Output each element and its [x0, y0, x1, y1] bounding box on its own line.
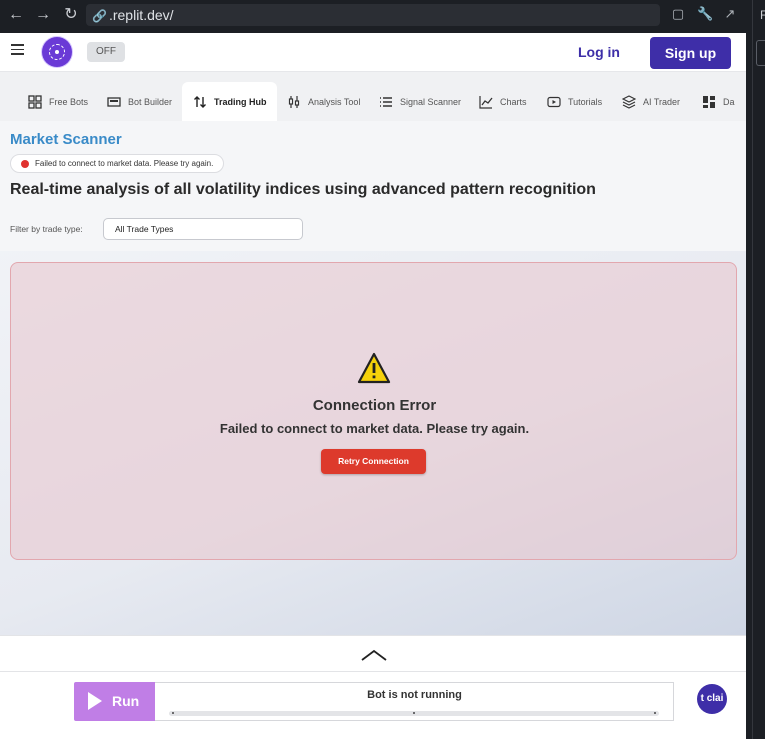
bot-status-text: Bot is not running: [367, 689, 462, 701]
open-external-icon[interactable]: ↗: [722, 6, 738, 22]
candles-icon: [286, 95, 302, 111]
side-tab-frame[interactable]: [756, 40, 765, 66]
tab-label: Analysis Tool: [308, 97, 361, 107]
app-header: OFF Log in Sign up: [0, 33, 746, 71]
tab-label: AI Trader: [643, 97, 681, 107]
tab-label: Bot Builder: [128, 97, 173, 107]
dashboard-icon: [701, 95, 717, 111]
tab-trading-hub[interactable]: Trading Hub: [182, 82, 277, 122]
layers-icon: [621, 94, 637, 111]
run-button[interactable]: Run: [74, 682, 156, 721]
tab-dashboard[interactable]: Da: [701, 82, 735, 122]
address-text: .replit.dev/: [108, 7, 174, 23]
progress-dot: [654, 712, 656, 714]
bot-status-panel: Bot is not running: [155, 682, 674, 721]
tab-signal-scanner[interactable]: Signal Scanner: [378, 82, 461, 122]
connection-status-badge: Failed to connect to market data. Please…: [10, 154, 225, 173]
tab-label: Trading Hub: [214, 97, 267, 107]
error-title: Connection Error: [312, 397, 437, 414]
tab-analysis-tool[interactable]: Analysis Tool: [286, 82, 360, 122]
browser-toolbar: ← → ↻ 🔗 .replit.dev/ ▢ 🔧 ↗: [0, 0, 765, 31]
bot-control-bar: Run Bot is not running t clai: [0, 671, 746, 739]
line-chart-icon: [478, 95, 494, 111]
run-label: Run: [112, 693, 140, 709]
play-icon: [88, 692, 102, 710]
collapse-panel-bar: [0, 635, 746, 671]
bot-progress-track: [169, 711, 659, 716]
chevron-up-icon[interactable]: [361, 648, 387, 662]
tab-ai-trader[interactable]: AI Trader: [621, 82, 680, 122]
wrench-icon[interactable]: 🔧: [697, 6, 713, 22]
tab-label: Da: [723, 97, 735, 107]
swap-arrows-icon: [192, 95, 208, 111]
page-subtitle: Real-time analysis of all volatility ind…: [10, 181, 596, 198]
side-panel-edge: F: [752, 0, 765, 739]
chat-launcher-button[interactable]: t clai: [697, 684, 727, 714]
tab-free-bots[interactable]: Free Bots: [27, 82, 88, 122]
scanner-header: Market Scanner Failed to connect to mark…: [0, 121, 746, 251]
tab-label: Tutorials: [568, 97, 603, 107]
page-viewport: OFF Log in Sign up Free Bots Bot Builder…: [0, 33, 746, 739]
list-icon: [378, 95, 394, 111]
menu-icon[interactable]: [11, 44, 24, 55]
error-message: Failed to connect to market data. Please…: [219, 421, 530, 436]
builder-icon: [106, 95, 122, 111]
tab-charts[interactable]: Charts: [478, 82, 527, 122]
devices-icon[interactable]: ▢: [670, 6, 686, 22]
progress-dot: [413, 712, 415, 714]
tab-label: Signal Scanner: [400, 97, 462, 107]
link-icon: 🔗: [92, 9, 107, 23]
tab-tutorials[interactable]: Tutorials: [546, 82, 602, 122]
side-tab-letter: F: [760, 8, 765, 22]
brand-logo[interactable]: [42, 37, 72, 67]
page-title: Market Scanner: [10, 131, 122, 148]
login-button[interactable]: Log in: [570, 41, 628, 63]
grid-icon: [27, 94, 43, 111]
back-icon[interactable]: ←: [7, 6, 25, 24]
error-card: Connection Error Failed to connect to ma…: [10, 262, 737, 560]
trade-type-select[interactable]: All Trade Types: [103, 218, 303, 240]
tab-bar: Free Bots Bot Builder Trading Hub Analys…: [0, 71, 746, 122]
filter-label: Filter by trade type:: [10, 224, 83, 234]
warning-icon: [357, 352, 391, 384]
tab-label: Free Bots: [49, 97, 89, 107]
video-icon: [546, 95, 562, 111]
tab-label: Charts: [500, 97, 527, 107]
retry-connection-button[interactable]: Retry Connection: [321, 449, 426, 474]
forward-icon[interactable]: →: [34, 6, 52, 24]
address-bar[interactable]: 🔗 .replit.dev/: [86, 4, 660, 26]
tab-bot-builder[interactable]: Bot Builder: [106, 82, 172, 122]
signup-button[interactable]: Sign up: [650, 37, 731, 69]
progress-dot: [172, 712, 174, 714]
market-scanner-page: Market Scanner Failed to connect to mark…: [0, 121, 746, 667]
bot-toggle[interactable]: OFF: [87, 42, 125, 62]
reload-icon[interactable]: ↻: [62, 6, 80, 24]
